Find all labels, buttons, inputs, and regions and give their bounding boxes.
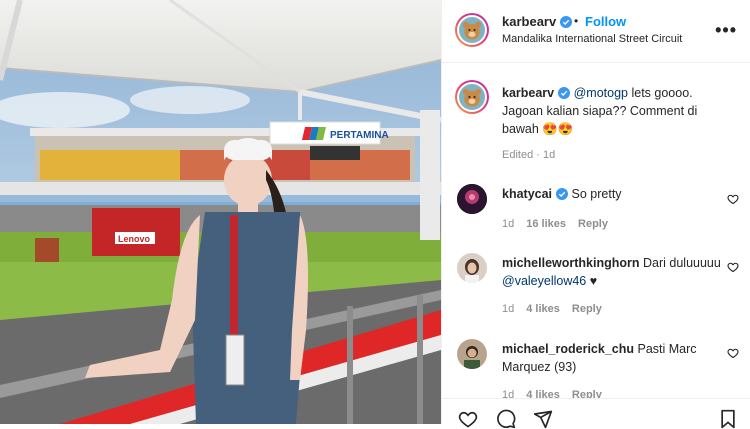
caption-edited-time: Edited · 1d (502, 149, 556, 161)
verified-badge-icon (558, 87, 571, 99)
comment-reply-button[interactable]: Reply (572, 303, 602, 315)
save-bookmark-icon[interactable] (719, 409, 737, 429)
user-photo-icon (457, 339, 487, 369)
user-photo-icon (457, 184, 487, 214)
comment-avatar[interactable] (457, 184, 487, 214)
bear-avatar-icon (459, 84, 485, 110)
pit-sign-text: Lenovo (118, 234, 151, 244)
post-caption: karbearv @motogp lets goooo. Jagoan kali… (502, 84, 732, 138)
author-avatar[interactable] (455, 13, 489, 47)
like-comment-heart-icon[interactable] (727, 193, 739, 205)
comment-likes-count[interactable]: 16 likes (526, 218, 566, 230)
comment-age: 1d (502, 303, 515, 315)
comment-username[interactable]: michelleworthkinghorn (502, 256, 640, 270)
comment-age: 1d (502, 218, 515, 230)
comment-avatar[interactable] (457, 339, 487, 369)
user-photo-icon (457, 253, 487, 283)
comment-username[interactable]: michael_roderick_chu (502, 342, 634, 356)
bear-avatar-icon (459, 17, 485, 43)
post-image: PERTAMINA Lenovo (0, 0, 441, 424)
comment-avatar[interactable] (457, 253, 487, 283)
comment-body: So pretty (571, 187, 622, 201)
comment-heart-emoji: ♥ (586, 274, 598, 288)
comment-likes-count[interactable]: 4 likes (526, 303, 560, 315)
caption-mention-link[interactable]: @motogp (574, 86, 628, 100)
post-photo[interactable]: PERTAMINA Lenovo (0, 0, 441, 424)
comment-text: michael_roderick_chu Pasti Marc Marquez … (502, 340, 722, 376)
post-action-bar (442, 398, 750, 429)
comment-username[interactable]: khatycai (502, 187, 552, 201)
comment-bubble-icon[interactable] (496, 409, 516, 429)
post-side-panel: karbearv • Follow Mandalika Internationa… (441, 0, 750, 429)
like-heart-icon[interactable] (458, 409, 478, 429)
caption-username[interactable]: karbearv (502, 86, 554, 100)
verified-badge-icon (556, 188, 569, 200)
post-header: karbearv • Follow Mandalika Internationa… (442, 0, 750, 63)
comment-body: Dari duluuuuu (643, 256, 721, 270)
author-username-text[interactable]: karbearv (502, 14, 556, 29)
author-username[interactable]: karbearv (502, 14, 573, 29)
comment-text: michelleworthkinghorn Dari duluuuuu @val… (502, 254, 722, 290)
verified-badge-icon (560, 16, 573, 28)
follow-button[interactable]: Follow (585, 14, 626, 29)
separator-dot: • (574, 14, 579, 28)
like-comment-heart-icon[interactable] (727, 347, 739, 359)
comment-meta: 1d 16 likes Reply (502, 218, 620, 230)
like-comment-heart-icon[interactable] (727, 261, 739, 273)
post-location[interactable]: Mandalika International Street Circuit (502, 33, 682, 45)
comment-meta: 1d 4 likes Reply (502, 303, 614, 315)
comment-text: khatycai So pretty (502, 185, 722, 203)
banner-text: PERTAMINA (330, 130, 389, 141)
comment-mention-link[interactable]: @valeyellow46 (502, 274, 586, 288)
comment-reply-button[interactable]: Reply (578, 218, 608, 230)
caption-avatar[interactable] (455, 80, 489, 114)
more-options-button[interactable]: ••• (715, 20, 737, 41)
share-send-icon[interactable] (533, 409, 553, 429)
